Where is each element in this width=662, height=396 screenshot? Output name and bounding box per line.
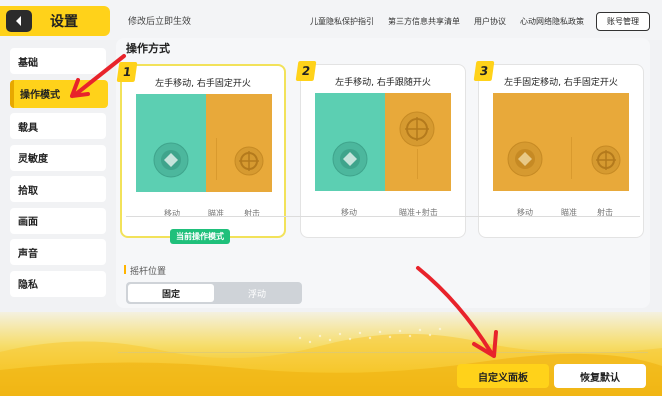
- aim-fire-button-icon: [399, 111, 435, 147]
- control-mode-card-1[interactable]: 1 左手移动, 右手固定开火 移动 瞄准 射击 当前操作模式: [116, 62, 286, 244]
- control-mode-card-3[interactable]: 3 左手固定移动, 右手固定开火 移动 瞄准 射击: [473, 61, 644, 238]
- sidebar-item-sensitivity[interactable]: 灵敏度: [10, 144, 106, 171]
- sidebar-item-label: 拾取: [18, 185, 38, 197]
- joystick-position-title: 摇杆位置: [123, 264, 166, 277]
- title-block: 设置: [0, 6, 110, 36]
- zone-divider: [216, 138, 217, 180]
- card-title: 左手固定移动, 右手固定开火: [504, 78, 618, 88]
- left-zone: [315, 93, 385, 191]
- main-panel: 操作方式 1 左手移动, 右手固定开火 移动 瞄准 射击 当前操作模式 2 左手…: [116, 38, 650, 308]
- mode-preview: [136, 94, 272, 192]
- card-title: 左手移动, 右手跟随开火: [335, 78, 431, 88]
- link-user-agreement[interactable]: 用户协议: [474, 16, 506, 27]
- sidebar-item-label: 基础: [18, 57, 38, 69]
- link-third-party-list[interactable]: 第三方信息共享清单: [388, 16, 460, 27]
- sidebar-item-pickup[interactable]: 拾取: [10, 176, 106, 202]
- left-zone: [136, 94, 206, 192]
- link-child-privacy[interactable]: 儿童隐私保护指引: [310, 16, 374, 27]
- section-divider: [126, 216, 640, 217]
- reset-default-button[interactable]: 恢复默认: [554, 364, 646, 388]
- current-mode-badge: 当前操作模式: [170, 229, 230, 244]
- label-aim: 瞄准: [208, 209, 224, 218]
- label-move: 移动: [164, 209, 180, 218]
- sidebar-item-label: 声音: [18, 248, 38, 260]
- zone-divider: [417, 149, 418, 179]
- joystick-option-fixed[interactable]: 固定: [128, 284, 214, 302]
- top-links: 儿童隐私保护指引 第三方信息共享清单 用户协议 心动网络隐私政策 账号管理: [296, 12, 650, 31]
- link-privacy-policy[interactable]: 心动网络隐私政策: [520, 16, 584, 27]
- sidebar-item-label: 载具: [18, 122, 38, 134]
- mode-preview: [493, 93, 629, 191]
- right-zone: [206, 94, 272, 192]
- account-management-button[interactable]: 账号管理: [596, 12, 650, 31]
- label-shoot: 射击: [244, 209, 260, 218]
- card-title: 左手移动, 右手固定开火: [155, 79, 251, 89]
- sidebar-item-vehicle[interactable]: 载具: [10, 113, 106, 139]
- top-bar: 设置 修改后立即生效 儿童隐私保护指引 第三方信息共享清单 用户协议 心动网络隐…: [0, 0, 662, 40]
- mode-preview: [315, 93, 451, 191]
- custom-panel-button[interactable]: 自定义面板: [457, 364, 549, 388]
- fire-button-icon: [234, 146, 264, 176]
- move-joystick-icon: [332, 141, 368, 177]
- zone-divider: [571, 137, 572, 179]
- joystick-position-toggle: 固定 浮动: [126, 282, 302, 304]
- sidebar-item-label: 灵敏度: [18, 154, 48, 165]
- right-zone: [385, 93, 451, 191]
- sidebar-item-sound[interactable]: 声音: [10, 239, 106, 265]
- back-arrow-icon: [16, 16, 21, 26]
- section-title: 操作方式: [126, 42, 170, 55]
- sidebar-item-privacy[interactable]: 隐私: [10, 270, 106, 297]
- sidebar-item-graphics[interactable]: 画面: [10, 207, 106, 234]
- sidebar-item-control-mode[interactable]: 操作模式: [10, 79, 108, 108]
- sidebar: 基础 操作模式 载具 灵敏度 拾取 画面 声音 隐私: [10, 48, 108, 302]
- full-zone: [493, 93, 629, 191]
- move-joystick-icon: [153, 142, 189, 178]
- sidebar-item-basic[interactable]: 基础: [10, 48, 106, 74]
- sidebar-item-label: 画面: [18, 217, 38, 228]
- page-title: 设置: [50, 14, 78, 30]
- back-button[interactable]: [6, 10, 32, 32]
- control-mode-card-2[interactable]: 2 左手移动, 右手跟随开火 移动 瞄准+射击: [295, 61, 466, 238]
- settings-hint: 修改后立即生效: [128, 17, 192, 27]
- joystick-option-floating[interactable]: 浮动: [214, 284, 300, 302]
- move-joystick-icon: [507, 141, 543, 177]
- sidebar-item-label: 隐私: [18, 280, 38, 291]
- footer-divider: [118, 352, 648, 353]
- fire-button-icon: [591, 145, 621, 175]
- sidebar-item-label: 操作模式: [20, 90, 60, 101]
